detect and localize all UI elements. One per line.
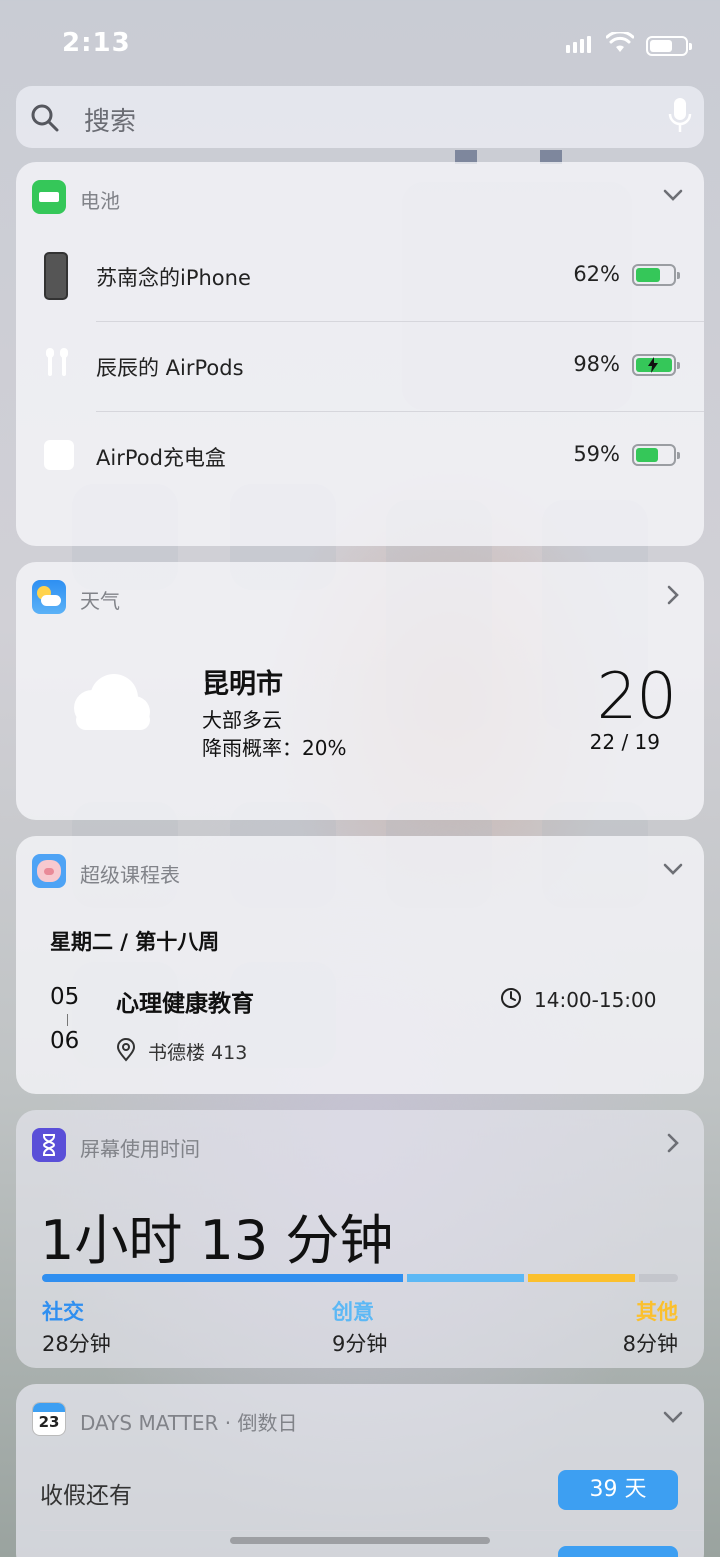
chevron-down-icon[interactable] [662, 1406, 684, 1428]
weather-condition: 大部多云 [202, 708, 282, 732]
battery-level-icon [632, 264, 680, 286]
calendar-day: 23 [38, 1413, 60, 1431]
search-icon [31, 104, 59, 132]
widget-header: 屏幕使用时间 [16, 1110, 704, 1180]
total-screen-time: 1小时 13 分钟 [40, 1209, 394, 1272]
course-location: 书德楼 413 [148, 1042, 248, 1064]
screen-time-widget[interactable]: 屏幕使用时间 1小时 13 分钟 社交 28分钟 创意 9分钟 其他 8分钟 [16, 1110, 704, 1368]
period-start: 05 [50, 984, 80, 1010]
widget-title: 超级课程表 [80, 863, 180, 887]
widget-header: 超级课程表 [16, 836, 704, 906]
search-bar[interactable]: 搜索 [16, 86, 704, 148]
course-time: 14:00-15:00 [534, 988, 657, 1012]
schedule-app-icon [32, 854, 66, 888]
device-name: 辰辰的 AirPods [96, 356, 244, 380]
widget-title: 屏幕使用时间 [80, 1137, 200, 1161]
category-label-other: 其他 [636, 1300, 678, 1324]
airpods-case-icon [44, 440, 74, 470]
period-divider [67, 1014, 68, 1026]
iphone-icon [44, 252, 68, 300]
wifi-icon [606, 32, 634, 52]
weather-widget[interactable]: 天气 昆明市 大部多云 降雨概率：20% 20 22 / 19 [16, 562, 704, 820]
airpods-icon [46, 348, 68, 376]
current-temperature: 20 [596, 660, 677, 734]
divider [40, 1530, 704, 1531]
device-name: AirPod充电盒 [96, 446, 226, 470]
location-pin-icon [116, 1038, 136, 1062]
battery-row: 苏南念的iPhone 62% [16, 232, 704, 322]
widget-header: 天气 [16, 562, 704, 632]
battery-app-icon [32, 180, 66, 214]
device-percent: 59% [573, 442, 620, 466]
category-value-creative: 9分钟 [332, 1332, 388, 1356]
chevron-down-icon[interactable] [662, 858, 684, 880]
days-matter-widget[interactable]: 23 DAYS MATTER · 倒数日 收假还有 39 天 [16, 1384, 704, 1557]
countdown-days-badge[interactable] [558, 1546, 678, 1557]
widget-title: DAYS MATTER · 倒数日 [80, 1411, 298, 1435]
battery-row: 辰辰的 AirPods 98% [16, 322, 704, 412]
category-label-social: 社交 [42, 1300, 84, 1324]
microphone-icon[interactable] [668, 96, 692, 136]
widget-title: 电池 [80, 189, 120, 213]
widget-title: 天气 [80, 589, 120, 613]
battery-widget[interactable]: 电池 苏南念的iPhone 62% 辰辰的 AirPods 98% AirPod… [16, 162, 704, 546]
usage-bar-segment [527, 1274, 636, 1282]
high-low-temperature: 22 / 19 [589, 730, 660, 754]
course-name: 心理健康教育 [116, 991, 254, 1017]
chevron-right-icon[interactable] [662, 584, 684, 606]
home-indicator[interactable] [230, 1537, 490, 1544]
battery-row: AirPod充电盒 59% [16, 412, 704, 502]
device-percent: 98% [573, 352, 620, 376]
screen-time-app-icon [32, 1128, 66, 1162]
battery-charging-icon [632, 354, 680, 376]
device-name: 苏南念的iPhone [96, 266, 251, 290]
battery-status-icon [646, 36, 692, 56]
chevron-down-icon[interactable] [662, 184, 684, 206]
battery-level-icon [632, 444, 680, 466]
schedule-widget[interactable]: 超级课程表 星期二 / 第十八周 05 06 心理健康教育 14:00-15:0… [16, 836, 704, 1094]
calendar-app-icon: 23 [32, 1402, 66, 1436]
city-name: 昆明市 [202, 669, 283, 700]
chevron-right-icon[interactable] [662, 1132, 684, 1154]
weather-app-icon [32, 580, 66, 614]
usage-bar-segment [42, 1274, 404, 1282]
device-percent: 62% [573, 262, 620, 286]
countdown-days-badge[interactable]: 39 天 [558, 1470, 678, 1510]
period-end: 06 [50, 1028, 80, 1054]
usage-bar-segment [407, 1274, 524, 1282]
widget-header: 电池 [16, 162, 704, 232]
category-value-social: 28分钟 [42, 1332, 111, 1356]
cellular-signal-icon [566, 36, 591, 53]
countdown-event: 收假还有 [40, 1483, 132, 1509]
usage-bar-remaining [639, 1274, 678, 1282]
cloud-icon [74, 674, 150, 730]
status-bar: 2:13 [0, 0, 720, 86]
status-time: 2:13 [62, 28, 131, 58]
widget-header: 23 DAYS MATTER · 倒数日 [16, 1384, 704, 1454]
search-input[interactable]: 搜索 [84, 101, 136, 138]
clock-icon [501, 988, 521, 1008]
category-label-creative: 创意 [332, 1300, 374, 1324]
category-value-other: 8分钟 [622, 1332, 678, 1356]
date-week: 星期二 / 第十八周 [50, 930, 220, 954]
rain-probability: 降雨概率：20% [202, 736, 347, 760]
